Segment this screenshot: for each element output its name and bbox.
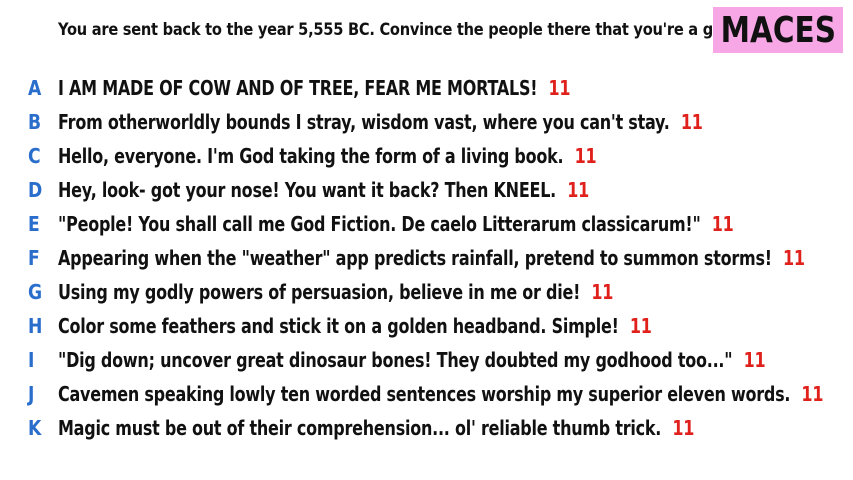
answer-text: Appearing when the "weather" app predict…	[58, 246, 772, 270]
answer-letter: C	[28, 144, 41, 168]
answer-line: Hey, look- got your nose! You want it ba…	[58, 178, 589, 202]
answer-line: Using my godly powers of persuasion, bel…	[58, 280, 613, 304]
answer-letter: G	[28, 280, 43, 304]
answer-text: "Dig down; uncover great dinosaur bones!…	[58, 348, 733, 372]
answer-letter: B	[28, 110, 42, 134]
answer-text: Cavemen speaking lowly ten worded senten…	[58, 382, 791, 406]
answer-letter: J	[28, 382, 35, 406]
answer-line: I AM MADE OF COW AND OF TREE, FEAR ME MO…	[58, 76, 571, 100]
answer-row-c[interactable]: C Hello, everyone. I'm God taking the fo…	[0, 140, 853, 174]
answer-letter: F	[28, 246, 40, 270]
answer-text: Magic must be out of their comprehension…	[58, 416, 662, 440]
answer-line: Hello, everyone. I'm God taking the form…	[58, 144, 597, 168]
answer-score: 11	[629, 314, 652, 338]
answer-row-h[interactable]: H Color some feathers and stick it on a …	[0, 310, 853, 344]
answer-row-i[interactable]: I "Dig down; uncover great dinosaur bone…	[0, 344, 853, 378]
answer-letter: H	[28, 314, 43, 338]
answer-row-j[interactable]: J Cavemen speaking lowly ten worded sent…	[0, 378, 853, 412]
answer-score: 11	[567, 178, 589, 202]
answer-list: A I AM MADE OF COW AND OF TREE, FEAR ME …	[0, 72, 853, 446]
answer-line: Color some feathers and stick it on a go…	[58, 314, 652, 338]
answer-score: 11	[801, 382, 824, 406]
answer-score: 11	[711, 212, 734, 236]
answer-text: Color some feathers and stick it on a go…	[58, 314, 619, 338]
answer-text: I AM MADE OF COW AND OF TREE, FEAR ME MO…	[58, 76, 538, 100]
answer-row-b[interactable]: B From otherworldly bounds I stray, wisd…	[0, 106, 853, 140]
answer-letter: A	[28, 76, 42, 100]
answer-line: Cavemen speaking lowly ten worded senten…	[58, 382, 823, 406]
answer-text: Hello, everyone. I'm God taking the form…	[58, 144, 564, 168]
answer-letter: D	[28, 178, 43, 202]
answer-line: "Dig down; uncover great dinosaur bones!…	[58, 348, 766, 372]
answer-row-g[interactable]: G Using my godly powers of persuasion, b…	[0, 276, 853, 310]
answer-score: 11	[574, 144, 597, 168]
answer-text: From otherworldly bounds I stray, wisdom…	[58, 110, 670, 134]
answer-score: 11	[548, 76, 571, 100]
answer-score: 11	[783, 246, 805, 270]
answer-row-a[interactable]: A I AM MADE OF COW AND OF TREE, FEAR ME …	[0, 72, 853, 106]
answer-letter: K	[28, 416, 42, 440]
answer-score: 11	[743, 348, 766, 372]
answer-letter: E	[28, 212, 40, 236]
answer-line: "People! You shall call me God Fiction. …	[58, 212, 734, 236]
answer-text: Hey, look- got your nose! You want it ba…	[58, 178, 556, 202]
prompt-question: You are sent back to the year 5,555 BC. …	[58, 20, 739, 40]
answer-letter: I	[28, 348, 35, 372]
answer-score: 11	[591, 280, 614, 304]
category-badge-label: MACES	[720, 9, 836, 51]
answer-row-f[interactable]: F Appearing when the "weather" app predi…	[0, 242, 853, 276]
answer-row-k[interactable]: K Magic must be out of their comprehensi…	[0, 412, 853, 446]
answer-line: Magic must be out of their comprehension…	[58, 416, 694, 440]
category-badge: MACES	[713, 7, 843, 53]
answer-row-e[interactable]: E "People! You shall call me God Fiction…	[0, 208, 853, 242]
answer-line: From otherworldly bounds I stray, wisdom…	[58, 110, 703, 134]
answer-text: "People! You shall call me God Fiction. …	[58, 212, 701, 236]
answer-score: 11	[672, 416, 695, 440]
answer-row-d[interactable]: D Hey, look- got your nose! You want it …	[0, 174, 853, 208]
answer-line: Appearing when the "weather" app predict…	[58, 246, 805, 270]
answer-text: Using my godly powers of persuasion, bel…	[58, 280, 581, 304]
answer-score: 11	[680, 110, 703, 134]
